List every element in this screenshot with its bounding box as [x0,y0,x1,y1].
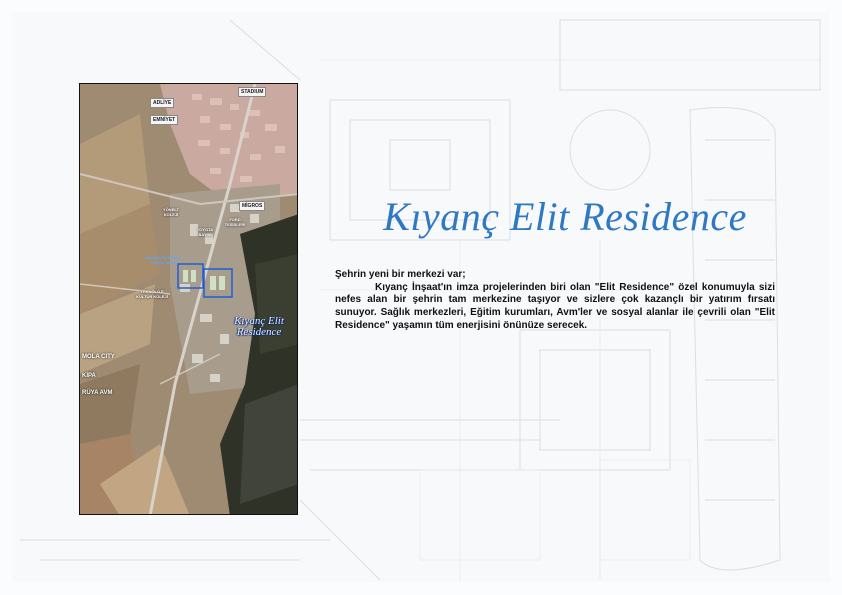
map-label-emniyet: EMNİYET [150,115,179,125]
map-label-ford: FORD TESİSLERİ [224,217,246,227]
residence-map-label: Kıyanç Elit Residence [234,315,284,338]
map-label-stadium: STADIUM [238,87,267,97]
map-label-ruya-avm: RÜYA AVM [82,390,113,396]
map-label-adliye: ADLİYE [150,98,175,108]
description-text: Şehrin yeni bir merkezi var; Kıyanç İnşa… [335,269,775,333]
lead-line: Şehrin yeni bir merkezi var; [335,269,466,280]
map-label-migros: MİGROS [239,201,266,211]
map-label-yonelt: YÖNELT KOLEJİ [163,207,179,217]
map-label-toyota: TOYOTA BAYİSİ [196,227,214,237]
map-label-park: Mahalle Park Alanı Sosyal Tesis [145,255,181,265]
location-map: ADLİYE EMNİYET STADIUM MİGROS YÖNELT KOL… [79,83,298,515]
page-title: Kıyanç Elit Residence [383,194,747,239]
map-label-teknoloji: TEKNOLOJİ KÜLTÜR KOLEJİ [136,289,168,299]
brochure-page: ADLİYE EMNİYET STADIUM MİGROS YÖNELT KOL… [0,0,842,595]
map-label-mola-city: MOLA CITY [82,354,115,360]
map-label-kipa: KİPA [82,373,96,379]
description-paragraph: Kıyanç İnşaat'ın imza projelerinden biri… [335,281,775,331]
satellite-image [80,84,297,514]
